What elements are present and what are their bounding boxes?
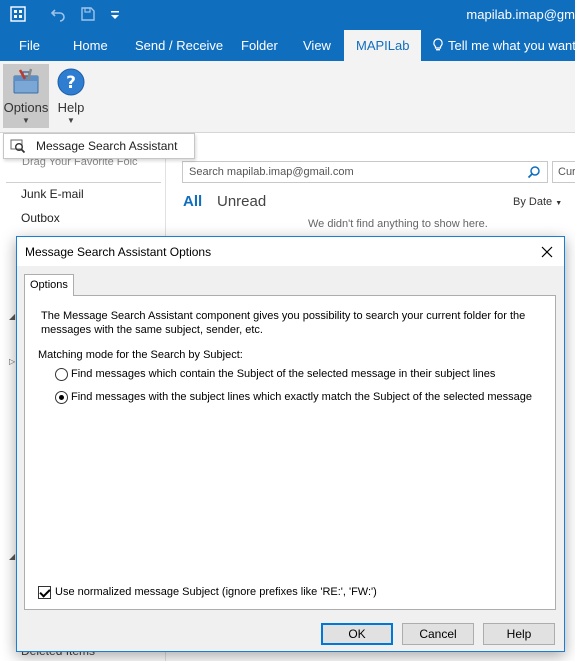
normalize-subject-checkbox[interactable] xyxy=(38,586,51,599)
sort-by-date[interactable]: By Date ▼ xyxy=(513,196,562,208)
chevron-down-icon: ▼ xyxy=(22,116,30,125)
tab-options[interactable]: Options xyxy=(24,274,74,296)
empty-list-message: We didn't find anything to show here. xyxy=(308,218,488,230)
filter-unread[interactable]: Unread xyxy=(217,193,266,210)
options-label: Options xyxy=(3,100,49,115)
tab-home[interactable]: Home xyxy=(73,30,108,61)
options-panel: The Message Search Assistant component g… xyxy=(24,295,556,610)
svg-text:?: ? xyxy=(66,73,76,93)
tab-folder[interactable]: Folder xyxy=(241,30,278,61)
search-placeholder: Search mapilab.imap@gmail.com xyxy=(189,166,354,178)
lightbulb-icon xyxy=(433,38,443,51)
send-receive-all-icon[interactable] xyxy=(10,6,26,26)
help-label: Help xyxy=(57,100,85,115)
close-icon[interactable] xyxy=(534,239,560,263)
chevron-down-icon: ▼ xyxy=(555,200,563,207)
dialog-title-bar: Message Search Assistant Options xyxy=(17,237,564,266)
account-name: mapilab.imap@gm xyxy=(466,7,575,22)
ok-button[interactable]: OK xyxy=(321,623,393,645)
help-button[interactable]: ? Help ▼ xyxy=(48,64,94,128)
options-button[interactable]: Options ▼ xyxy=(3,64,49,128)
options-toolbox-icon xyxy=(11,67,41,97)
ribbon-tabs: File Home Send / Receive Folder View MAP… xyxy=(0,30,575,61)
title-bar: mapilab.imap@gm xyxy=(0,0,575,30)
filter-all[interactable]: All xyxy=(183,193,202,210)
search-scope-select[interactable]: Cur xyxy=(552,161,575,183)
tell-me-label: Tell me what you want xyxy=(448,38,575,53)
undo-icon[interactable] xyxy=(50,6,66,26)
collapse-arrow-icon[interactable]: ◢ xyxy=(9,552,15,561)
tab-mapilab[interactable]: MAPILab xyxy=(344,30,422,61)
options-dialog: Message Search Assistant Options Options… xyxy=(16,236,565,652)
normalize-subject-label: Use normalized message Subject (ignore p… xyxy=(55,586,377,598)
cancel-button[interactable]: Cancel xyxy=(402,623,474,645)
radio-button-selected[interactable] xyxy=(55,391,68,404)
menu-item-label: Message Search Assistant xyxy=(36,139,178,153)
dialog-description: The Message Search Assistant component g… xyxy=(41,310,526,336)
sort-label: By Date xyxy=(513,196,553,208)
folder-item-outbox[interactable]: Outbox xyxy=(21,211,60,225)
divider xyxy=(6,182,161,183)
matching-mode-label: Matching mode for the Search by Subject: xyxy=(38,349,243,361)
expand-arrow-icon[interactable]: ▷ xyxy=(9,357,15,366)
ribbon: Options ▼ ? Help ▼ xyxy=(0,61,575,133)
tell-me-box[interactable]: Tell me what you want xyxy=(432,30,575,61)
search-assistant-icon xyxy=(10,138,26,154)
tab-view[interactable]: View xyxy=(303,30,331,61)
search-scope-label: Cur xyxy=(558,166,575,178)
customize-icon[interactable] xyxy=(110,6,120,28)
radio-button[interactable] xyxy=(55,368,68,381)
collapse-arrow-icon[interactable]: ◢ xyxy=(9,312,15,321)
folder-item-junk[interactable]: Junk E-mail xyxy=(21,187,84,201)
chevron-down-icon: ▼ xyxy=(67,116,75,125)
help-dialog-button[interactable]: Help xyxy=(483,623,555,645)
radio-exact-label: Find messages with the subject lines whi… xyxy=(71,391,533,403)
radio-contain-label: Find messages which contain the Subject … xyxy=(71,368,496,380)
tab-options-label: Options xyxy=(30,279,68,291)
save-icon[interactable] xyxy=(80,6,96,26)
help-icon: ? xyxy=(56,67,86,97)
tab-send-receive[interactable]: Send / Receive xyxy=(135,30,223,61)
dialog-title: Message Search Assistant Options xyxy=(25,245,212,259)
search-icon[interactable] xyxy=(527,165,541,179)
tab-file[interactable]: File xyxy=(19,30,40,61)
search-input[interactable]: Search mapilab.imap@gmail.com xyxy=(182,161,548,183)
options-menu: Message Search Assistant xyxy=(3,133,195,159)
menu-item-message-search-assistant[interactable]: Message Search Assistant xyxy=(4,134,194,158)
